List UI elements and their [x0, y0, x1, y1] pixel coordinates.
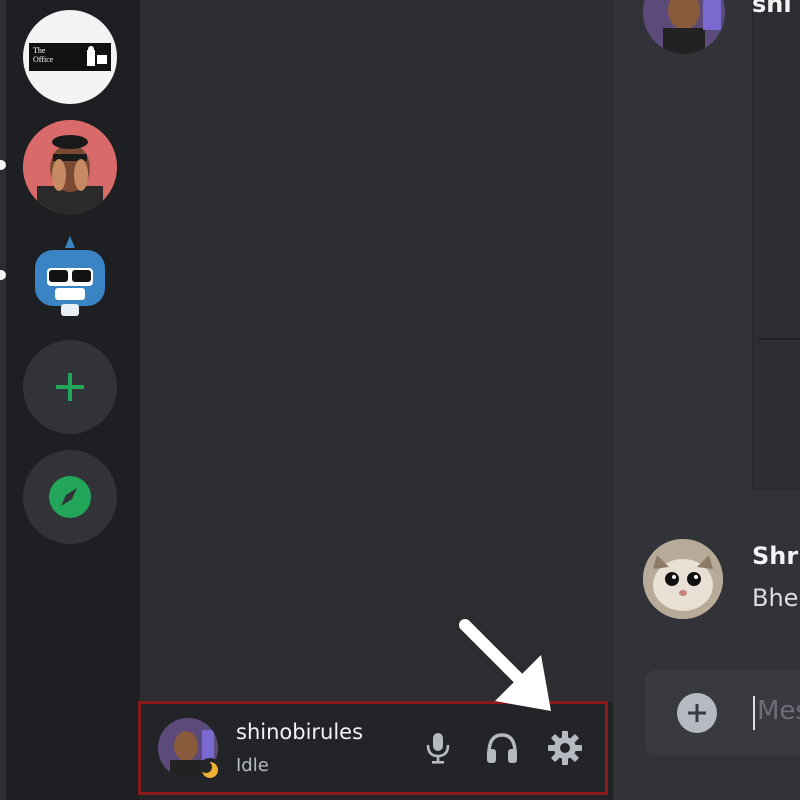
server-bot[interactable]: [23, 232, 117, 326]
cat-avatar-image: [643, 539, 723, 619]
rail-edge: [0, 0, 6, 800]
add-server-button[interactable]: [23, 340, 117, 434]
message-composer[interactable]: Mes: [645, 670, 800, 755]
explore-servers-button[interactable]: [23, 450, 117, 544]
avatar[interactable]: [643, 539, 723, 619]
server-logo: The Office: [29, 43, 111, 71]
plus-icon: [688, 704, 706, 722]
server-the-office[interactable]: The Office: [23, 10, 117, 104]
message-author[interactable]: Shr: [752, 542, 798, 570]
arrow-icon: [459, 619, 551, 711]
embed-preview: [752, 0, 800, 490]
text-caret: [753, 696, 755, 730]
bot-mascot-icon: [35, 236, 105, 316]
plus-icon: [56, 373, 84, 401]
server-friend[interactable]: [23, 120, 117, 214]
message-content: Bhe: [752, 584, 799, 612]
message-author[interactable]: shi: [752, 0, 792, 18]
message-input-placeholder[interactable]: Mes: [757, 696, 800, 726]
compass-icon: [49, 476, 91, 518]
attach-plus-button[interactable]: [677, 693, 717, 733]
avatar-image: [23, 120, 117, 214]
logo-figures-icon: [87, 46, 107, 66]
